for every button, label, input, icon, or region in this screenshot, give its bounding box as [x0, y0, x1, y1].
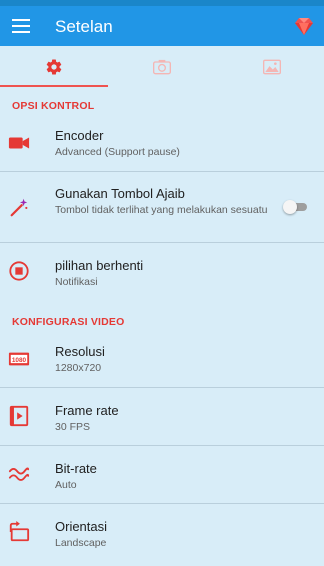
rotate-icon: [9, 521, 30, 542]
tab-bar: [0, 46, 324, 88]
magic-button-toggle[interactable]: [283, 200, 309, 214]
setting-value: Tombol tidak terlihat yang melakukan ses…: [55, 204, 268, 216]
tab-image[interactable]: [216, 46, 324, 88]
setting-orientation[interactable]: Orientasi Landscape: [0, 504, 324, 560]
section-header-kontrol: OPSI KONTROL: [12, 100, 95, 112]
setting-magic-button[interactable]: Gunakan Tombol Ajaib Tombol tidak terlih…: [0, 172, 324, 242]
setting-encoder[interactable]: Encoder Advanced (Support pause): [0, 118, 324, 170]
setting-value: Advanced (Support pause): [55, 146, 180, 158]
stop-circle-icon: [9, 261, 29, 281]
setting-label: Orientasi: [55, 519, 108, 534]
app-bar: Setelan: [0, 6, 324, 46]
tab-camera[interactable]: [108, 46, 216, 88]
setting-label: Frame rate: [55, 403, 119, 418]
wave-icon: [8, 467, 30, 481]
setting-resolution[interactable]: 1080 Resolusi 1280x720: [0, 334, 324, 386]
camera-icon: [153, 59, 171, 75]
setting-stop-option[interactable]: pilihan berhenti Notifikasi: [0, 243, 324, 299]
tab-indicator: [0, 85, 108, 87]
setting-label: Bit-rate: [55, 461, 97, 476]
setting-label: Encoder: [55, 128, 104, 143]
setting-value: Auto: [55, 479, 77, 491]
gear-icon: [46, 59, 62, 75]
setting-label: pilihan berhenti: [55, 258, 144, 273]
magic-wand-icon: [10, 198, 28, 217]
setting-value: 30 FPS: [55, 421, 91, 433]
image-icon: [263, 59, 281, 75]
hd-badge-text: 1080: [12, 357, 27, 364]
menu-icon[interactable]: [12, 19, 30, 33]
setting-value: Landscape: [55, 537, 107, 549]
setting-label: Resolusi: [55, 344, 105, 359]
film-icon: [9, 405, 29, 427]
section-header-video: KONFIGURASI VIDEO: [12, 316, 125, 328]
setting-value: 1280x720: [55, 362, 102, 374]
setting-bit-rate[interactable]: Bit-rate Auto: [0, 446, 324, 502]
hd-icon: 1080: [8, 352, 30, 366]
page-title: Setelan: [55, 17, 113, 36]
tab-settings[interactable]: [0, 46, 108, 88]
video-camera-icon: [8, 137, 30, 149]
toggle-thumb: [283, 200, 297, 214]
setting-value: Notifikasi: [55, 276, 98, 288]
setting-frame-rate[interactable]: Frame rate 30 FPS: [0, 388, 324, 444]
setting-label: Gunakan Tombol Ajaib: [55, 186, 185, 201]
gem-icon[interactable]: [294, 16, 314, 36]
